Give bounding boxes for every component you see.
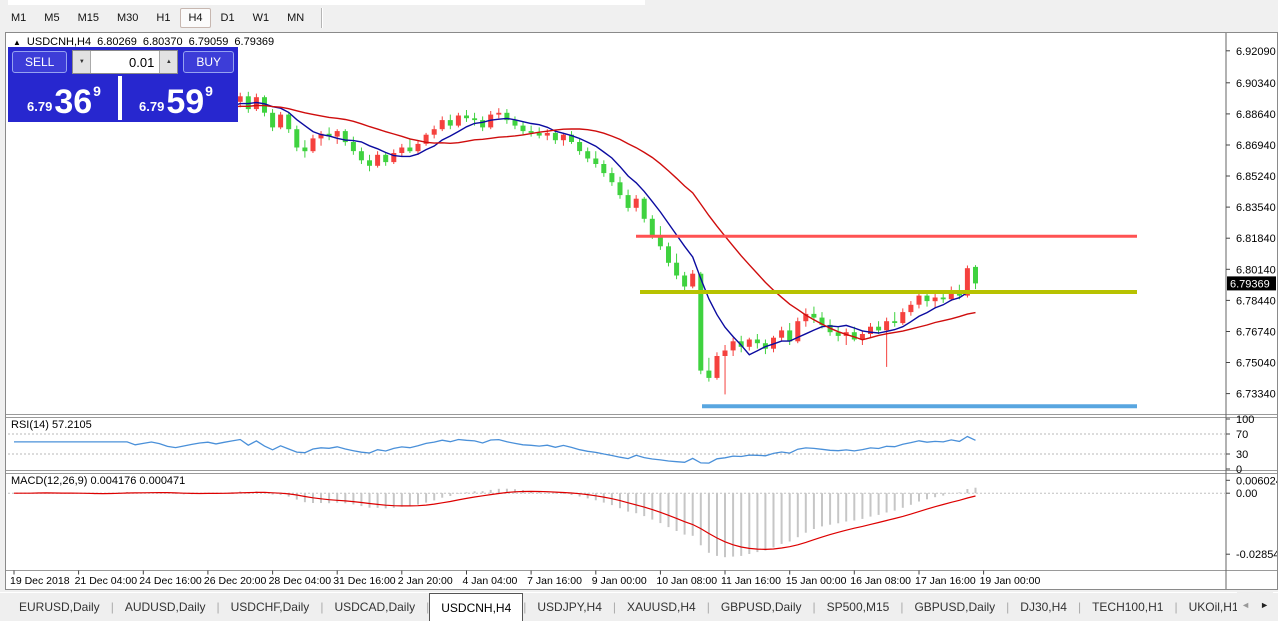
axis-tick-label: 0 [1236, 464, 1242, 476]
time-tick-label: 28 Dec 04:00 [269, 575, 332, 587]
chart-tab[interactable]: DJ30,H4 [1009, 593, 1078, 621]
time-tick-label: 26 Dec 20:00 [204, 575, 267, 587]
rsi-label: RSI(14) 57.2105 [11, 419, 92, 431]
macd-label: MACD(12,26,9) 0.004176 0.000471 [11, 475, 185, 487]
timeframe-button-d1[interactable]: D1 [213, 8, 243, 28]
time-tick-label: 21 Dec 04:00 [75, 575, 138, 587]
time-tick-label: 7 Jan 16:00 [527, 575, 582, 587]
timeframe-toolbar: M1M5M15M30H1H4D1W1MN [0, 5, 1278, 30]
time-tick-label: 15 Jan 00:00 [786, 575, 847, 587]
time-tick-label: 24 Dec 16:00 [139, 575, 202, 587]
axis-tick-label: 6.80140 [1236, 264, 1276, 276]
axis-tick-label: 0.00 [1236, 488, 1257, 500]
mt4-window: M1M5M15M30H1H4D1W1MN 6.92090 6.90340 6.886… [0, 0, 1278, 621]
axis-tick-label: 6.85240 [1236, 171, 1276, 183]
axis-tick-label: 6.81840 [1236, 233, 1276, 245]
chart-tab[interactable]: GBPUSD,Daily [903, 593, 1006, 621]
chart-tab[interactable]: GBPUSD,Daily [710, 593, 813, 621]
timeframe-button-mn[interactable]: MN [279, 8, 312, 28]
time-tick-label: 4 Jan 04:00 [463, 575, 518, 587]
time-tick-label: 17 Jan 16:00 [915, 575, 976, 587]
chart-tab[interactable]: XAUUSD,H4 [616, 593, 707, 621]
current-price-label: 6.79369 [1230, 278, 1270, 290]
axis-tick-label: -0.028549 [1236, 549, 1277, 561]
toolbar-divider [321, 8, 323, 28]
axis-tick-label: 6.90340 [1236, 78, 1276, 90]
axis-tick-label: 6.92090 [1236, 46, 1276, 58]
timeframe-button-m15[interactable]: M15 [70, 8, 107, 28]
timeframe-button-h1[interactable]: H1 [148, 8, 178, 28]
tab-scroll-arrows: ◄ ► [1237, 592, 1273, 618]
lot-decrease-button[interactable]: ▼ [73, 51, 91, 73]
axis-tick-label: 6.73340 [1236, 389, 1276, 401]
ohlc-close: 6.79369 [234, 36, 274, 48]
time-tick-label: 19 Jan 00:00 [980, 575, 1041, 587]
ask-price-box[interactable]: 6.79 59 9 [122, 76, 230, 120]
lot-size-spinner: ▼ ▲ [72, 50, 178, 74]
timeframe-button-w1[interactable]: W1 [245, 8, 278, 28]
timeframe-button-m5[interactable]: M5 [36, 8, 67, 28]
axis-tick-label: 6.76740 [1236, 327, 1276, 339]
tab-scroll-left-icon[interactable]: ◄ [1241, 600, 1250, 610]
chart-tab[interactable]: EURUSD,Daily [8, 593, 111, 621]
chart-tab[interactable]: SP500,M15 [816, 593, 901, 621]
lot-size-input[interactable] [91, 51, 159, 73]
time-tick-label: 2 Jan 20:00 [398, 575, 453, 587]
axis-tick-label: 6.86940 [1236, 140, 1276, 152]
timeframe-button-h4[interactable]: H4 [180, 8, 210, 28]
tab-scroll-right-icon[interactable]: ► [1260, 600, 1269, 610]
bid-pip-digit: 9 [93, 83, 101, 99]
chart-tab[interactable]: USDJPY,H4 [526, 593, 612, 621]
axis-tick-label: 70 [1236, 429, 1248, 441]
sell-button[interactable]: SELL [12, 51, 67, 73]
axis-tick-label: 6.78440 [1236, 295, 1276, 307]
ask-big-digits: 59 [166, 88, 204, 118]
bid-prefix: 6.79 [27, 99, 52, 114]
time-tick-label: 10 Jan 08:00 [656, 575, 717, 587]
chart-tab[interactable]: USDCAD,Daily [323, 593, 426, 621]
chart-tab[interactable]: USDCNH,H4 [429, 593, 523, 621]
timeframe-button-m1[interactable]: M1 [3, 8, 34, 28]
chart-tab[interactable]: USDCHF,Daily [220, 593, 321, 621]
axis-tick-label: 6.88640 [1236, 109, 1276, 121]
axis-tick-label: 6.75040 [1236, 358, 1276, 370]
time-tick-label: 9 Jan 00:00 [592, 575, 647, 587]
chart-tab[interactable]: TECH100,H1 [1081, 593, 1174, 621]
time-tick-label: 11 Jan 16:00 [721, 575, 781, 587]
collapse-quotes-icon[interactable]: ▲ [13, 38, 21, 47]
time-tick-label: 16 Jan 08:00 [850, 575, 911, 587]
axis-tick-label: 100 [1236, 414, 1254, 426]
time-tick-label: 31 Dec 16:00 [333, 575, 396, 587]
bid-price-box[interactable]: 6.79 36 9 [10, 76, 118, 120]
chart-window: 6.92090 6.90340 6.88640 6.86940 6.85240 6.835… [5, 32, 1278, 590]
ask-pip-digit: 9 [205, 83, 213, 99]
timeframe-button-m30[interactable]: M30 [109, 8, 146, 28]
chart-tab[interactable]: AUDUSD,Daily [114, 593, 217, 621]
time-tick-label: 19 Dec 2018 [10, 575, 70, 587]
chart-tabs: EURUSD,Daily|AUDUSD,Daily|USDCHF,Daily|U… [0, 592, 1278, 621]
bid-big-digits: 36 [54, 88, 92, 118]
lot-increase-button[interactable]: ▲ [159, 51, 177, 73]
axis-tick-label: 0.006024 [1236, 475, 1277, 487]
one-click-trading-panel: SELL ▼ ▲ BUY 6.79 36 9 6.79 59 9 [8, 47, 238, 122]
axis-tick-label: 6.83540 [1236, 202, 1276, 214]
ask-prefix: 6.79 [139, 99, 164, 114]
buy-button[interactable]: BUY [183, 51, 234, 73]
axis-tick-label: 30 [1236, 449, 1248, 461]
